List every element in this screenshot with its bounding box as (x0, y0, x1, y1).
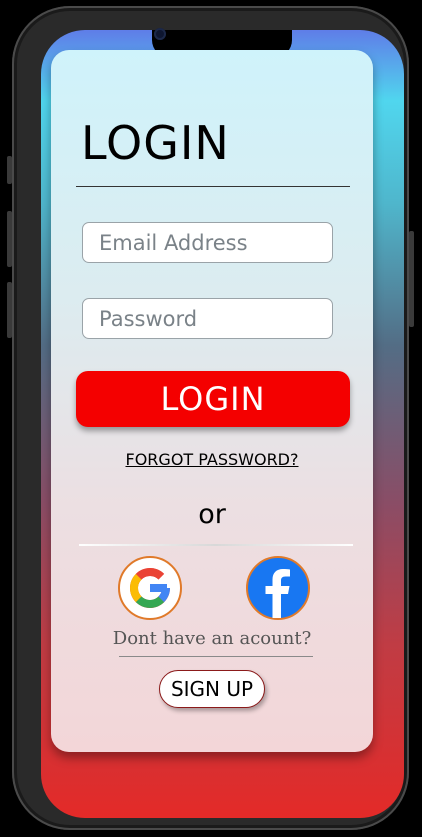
forgot-password-link[interactable]: FORGOT PASSWORD? (51, 450, 373, 469)
password-field[interactable] (82, 298, 333, 339)
facebook-icon (265, 569, 290, 618)
volume-up-button (7, 211, 12, 267)
signup-button[interactable]: SIGN UP (159, 670, 265, 708)
title-divider (76, 186, 350, 187)
no-account-underline (119, 656, 313, 657)
power-button (409, 231, 414, 327)
facebook-login-button[interactable] (246, 556, 310, 620)
or-divider (79, 544, 353, 546)
or-separator-label: or (198, 499, 226, 530)
page-title: LOGIN (81, 116, 230, 170)
no-account-text: Dont have an acount? (112, 628, 312, 649)
login-button[interactable]: LOGIN (76, 371, 350, 427)
email-field[interactable] (82, 222, 333, 263)
login-card: LOGIN LOGIN FORGOT PASSWORD? or Dont hav… (51, 50, 373, 752)
camera-icon (154, 28, 166, 40)
mute-switch (7, 156, 12, 184)
google-login-button[interactable] (118, 556, 182, 620)
google-icon (130, 568, 170, 608)
volume-down-button (7, 282, 12, 338)
